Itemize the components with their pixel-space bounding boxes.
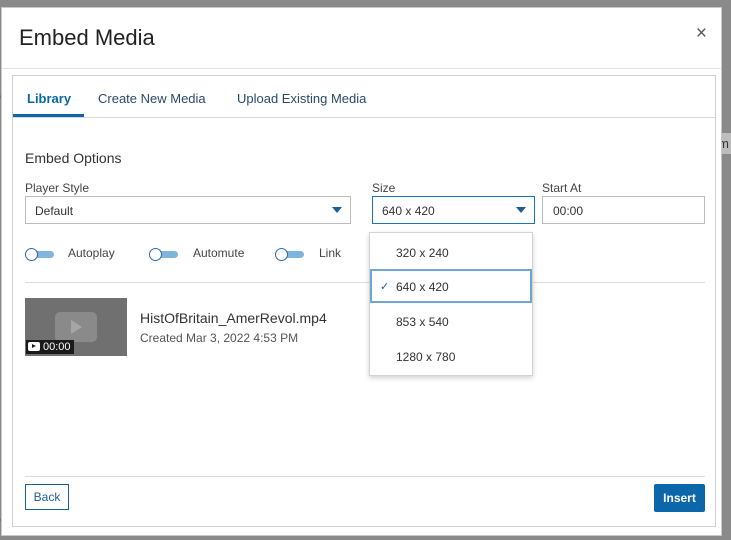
player-style-value: Default bbox=[35, 204, 74, 218]
video-icon bbox=[28, 342, 40, 351]
close-icon[interactable]: × bbox=[696, 24, 707, 43]
size-value: 640 x 420 bbox=[382, 204, 435, 218]
chevron-down-icon bbox=[332, 207, 342, 213]
tab-bar: Library Create New Media Upload Existing… bbox=[13, 76, 715, 118]
footer-divider bbox=[25, 476, 705, 477]
media-created-date: Created Mar 3, 2022 4:53 PM bbox=[140, 331, 299, 345]
checkmark-icon: ✓ bbox=[380, 281, 390, 293]
size-option[interactable]: 1280 x 780 bbox=[370, 339, 534, 373]
embed-options-title: Embed Options bbox=[25, 150, 122, 166]
tab-library[interactable]: Library bbox=[27, 91, 71, 106]
link-toggle[interactable] bbox=[275, 248, 305, 261]
size-select[interactable]: 640 x 420 bbox=[372, 196, 535, 224]
autoplay-toggle[interactable] bbox=[25, 248, 55, 261]
back-button[interactable]: Back bbox=[25, 484, 69, 510]
size-option[interactable]: 320 x 240 bbox=[370, 235, 534, 269]
start-at-label: Start At bbox=[542, 181, 582, 195]
tab-create-new-media[interactable]: Create New Media bbox=[98, 91, 206, 106]
media-thumbnail: 00:00 bbox=[25, 298, 127, 356]
size-option-label: 640 x 420 bbox=[396, 280, 449, 294]
insert-button[interactable]: Insert bbox=[654, 484, 705, 512]
size-option[interactable]: 853 x 540 bbox=[370, 304, 534, 338]
size-option-selected[interactable]: ✓ 640 x 420 bbox=[370, 269, 532, 303]
toggle-knob bbox=[25, 248, 38, 261]
autoplay-label: Autoplay bbox=[68, 246, 115, 260]
duration-badge: 00:00 bbox=[26, 340, 74, 354]
tab-upload-existing-media[interactable]: Upload Existing Media bbox=[237, 91, 366, 106]
media-name: HistOfBritain_AmerRevol.mp4 bbox=[140, 310, 327, 326]
automute-label: Automute bbox=[193, 246, 245, 260]
player-style-label: Player Style bbox=[25, 181, 90, 195]
duration-text: 00:00 bbox=[43, 341, 71, 353]
active-tab-indicator bbox=[13, 114, 84, 117]
automute-toggle[interactable] bbox=[149, 248, 179, 261]
play-icon bbox=[55, 312, 97, 342]
link-label: Link bbox=[319, 246, 342, 260]
embed-panel: Library Create New Media Upload Existing… bbox=[12, 75, 716, 527]
start-at-input[interactable]: 00:00 bbox=[542, 196, 705, 224]
player-style-select[interactable]: Default bbox=[25, 196, 351, 224]
chevron-down-icon bbox=[516, 207, 526, 213]
toggle-knob bbox=[149, 248, 162, 261]
size-dropdown-menu: 320 x 240 ✓ 640 x 420 853 x 540 1280 x 7… bbox=[369, 232, 533, 376]
divider bbox=[25, 282, 705, 283]
modal-title: Embed Media bbox=[19, 25, 155, 50]
embed-media-modal: Embed Media × Library Create New Media U… bbox=[1, 7, 722, 536]
modal-header: Embed Media × bbox=[2, 8, 721, 69]
size-label: Size bbox=[372, 181, 396, 195]
toggle-knob bbox=[275, 248, 288, 261]
